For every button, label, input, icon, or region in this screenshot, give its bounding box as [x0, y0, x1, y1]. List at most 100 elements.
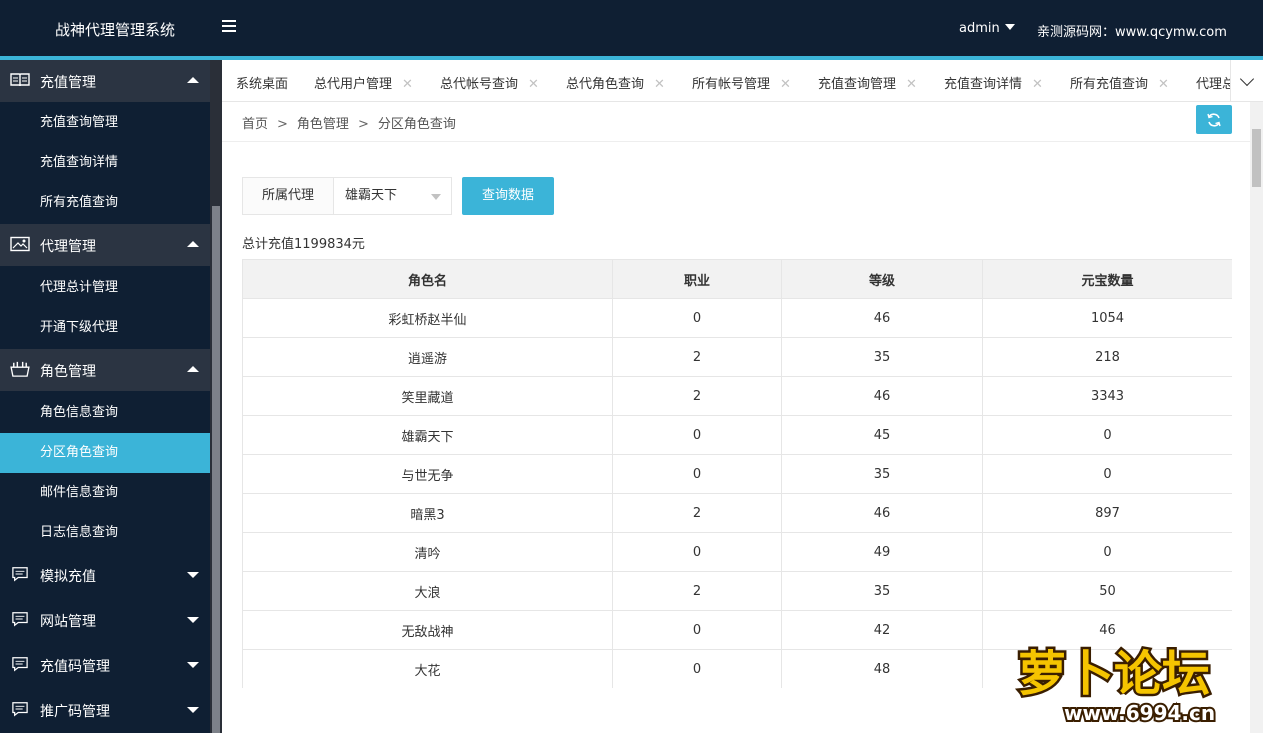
cell-class: 0 [612, 415, 782, 455]
sidebar-item-open-subagent[interactable]: 开通下级代理 [0, 308, 210, 348]
sidebar-group-recharge-code[interactable]: 充值码管理 [0, 644, 210, 686]
sidebar-item-log-info[interactable]: 日志信息查询 [0, 513, 210, 553]
cell-level: 35 [781, 454, 983, 494]
tab-all-recharge[interactable]: 所有充值查询 ✕ [1070, 73, 1169, 92]
cell-class: 0 [612, 532, 782, 572]
sidebar-group-site[interactable]: 网站管理 [0, 599, 210, 641]
cell-ingot: 50 [982, 571, 1232, 611]
sidebar-scrollbar[interactable] [210, 60, 222, 733]
tab-recharge-query[interactable]: 充值查询管理 ✕ [818, 73, 917, 92]
main-scroll-thumb[interactable] [1252, 129, 1261, 187]
chevron-down-icon [187, 617, 199, 623]
sidebar-group-sim-recharge[interactable]: 模拟充值 [0, 554, 210, 596]
breadcrumb-level1[interactable]: 角色管理 [297, 117, 349, 132]
sidebar-item-recharge-detail[interactable]: 充值查询详情 [0, 143, 210, 183]
message-icon [12, 657, 28, 672]
tab-desktop[interactable]: 系统桌面 [236, 73, 288, 92]
image-icon [10, 236, 30, 252]
menu-toggle-icon[interactable] [222, 18, 238, 34]
cell-level: 42 [781, 610, 983, 650]
cell-role-name: 无敌战神 [242, 610, 613, 650]
chevron-up-icon [187, 241, 199, 247]
user-menu[interactable]: admin [959, 21, 1015, 36]
sidebar-group-promo-code[interactable]: 推广码管理 [0, 689, 210, 731]
app-title: 战神代理管理系统 [55, 21, 176, 39]
cell-role-name: 逍遥游 [242, 337, 613, 377]
close-icon[interactable]: ✕ [1032, 77, 1043, 92]
tabs-more-button[interactable] [1230, 60, 1263, 101]
cell-level: 46 [781, 493, 983, 533]
svg-text:萝卜论坛: 萝卜论坛 [1018, 646, 1210, 702]
cell-level: 45 [781, 415, 983, 455]
sidebar-item-role-info[interactable]: 角色信息查询 [0, 393, 210, 433]
tab-recharge-detail[interactable]: 充值查询详情 ✕ [944, 73, 1043, 92]
sidebar: 充值管理 充值查询管理 充值查询详情 所有充值查询 代理管理 代理总计管理 开通… [0, 60, 210, 733]
close-icon[interactable]: ✕ [1158, 77, 1169, 92]
table-row: 逍遥游 2 35 218 [242, 337, 1232, 377]
site-link[interactable]: 亲测源码网：www.qcymw.com [1037, 21, 1227, 40]
caret-down-icon [431, 194, 441, 200]
agent-select-value: 雄霸天下 [345, 188, 398, 203]
col-header-name: 角色名 [242, 259, 613, 299]
svg-text:www.6994.cn: www.6994.cn [1064, 701, 1215, 725]
refresh-button[interactable] [1196, 105, 1232, 134]
query-button[interactable]: 查询数据 [462, 177, 554, 215]
sidebar-item-all-recharge[interactable]: 所有充值查询 [0, 183, 210, 223]
tab-agent-users[interactable]: 总代用户管理 ✕ [314, 73, 413, 92]
sidebar-item-mail-info[interactable]: 邮件信息查询 [0, 473, 210, 513]
table-row: 大浪 2 35 50 [242, 571, 1232, 611]
sidebar-group-role[interactable]: 角色管理 [0, 349, 210, 391]
cell-class: 2 [612, 493, 782, 533]
chevron-up-icon [187, 77, 199, 83]
col-header-level: 等级 [781, 259, 983, 299]
user-name: admin [959, 21, 1000, 36]
tab-agent-accounts[interactable]: 总代帐号查询 ✕ [440, 73, 539, 92]
chevron-up-icon [187, 366, 199, 372]
cell-role-name: 清吟 [242, 532, 613, 572]
table-row: 彩虹桥赵半仙 0 46 1054 [242, 298, 1232, 338]
cell-ingot: 1054 [982, 298, 1232, 338]
close-icon[interactable]: ✕ [780, 77, 791, 92]
sidebar-group-agent[interactable]: 代理管理 [0, 224, 210, 266]
caret-down-icon [1004, 24, 1015, 30]
table-row: 雄霸天下 0 45 0 [242, 415, 1232, 455]
cell-ingot: 0 [982, 415, 1232, 455]
sidebar-item-partition-role[interactable]: 分区角色查询 [0, 433, 210, 473]
breadcrumb-current: 分区角色查询 [377, 117, 456, 132]
close-icon[interactable]: ✕ [528, 77, 539, 92]
role-table: 角色名 职业 等级 元宝数量 彩虹桥赵半仙 0 46 1054 逍遥游 2 35 218 笑里藏… [242, 259, 1232, 688]
sidebar-scroll-thumb[interactable] [212, 206, 220, 733]
site-watermark-logo: 萝卜论坛 www.6994.cn [1016, 644, 1218, 727]
table-row: 暗黑3 2 46 897 [242, 493, 1232, 533]
cell-level: 48 [781, 649, 983, 688]
col-header-class: 职业 [612, 259, 782, 299]
cell-ingot: 3343 [982, 376, 1232, 416]
cell-role-name: 大花 [242, 649, 613, 688]
sidebar-item-recharge-query[interactable]: 充值查询管理 [0, 103, 210, 143]
sidebar-item-agent-total[interactable]: 代理总计管理 [0, 268, 210, 308]
cell-ingot: 218 [982, 337, 1232, 377]
table-header-row: 角色名 职业 等级 元宝数量 [242, 259, 1232, 299]
col-header-ingot: 元宝数量 [982, 259, 1232, 299]
cell-class: 0 [612, 454, 782, 494]
table-row: 与世无争 0 35 0 [242, 454, 1232, 494]
breadcrumb-home[interactable]: 首页 [242, 117, 268, 132]
tab-agent-roles[interactable]: 总代角色查询 ✕ [566, 73, 665, 92]
cell-class: 2 [612, 571, 782, 611]
message-icon [12, 612, 28, 627]
agent-select[interactable]: 雄霸天下 [335, 178, 451, 214]
tab-bar: 系统桌面 总代用户管理 ✕ 总代帐号查询 ✕ 总代角色查询 ✕ 所有帐号管理 ✕ 充值查… [222, 60, 1263, 102]
message-icon [12, 567, 28, 582]
close-icon[interactable]: ✕ [654, 77, 665, 92]
cell-level: 35 [781, 571, 983, 611]
close-icon[interactable]: ✕ [402, 77, 413, 92]
cell-role-name: 彩虹桥赵半仙 [242, 298, 613, 338]
close-icon[interactable]: ✕ [906, 77, 917, 92]
chevron-down-icon [187, 572, 199, 578]
sidebar-group-recharge[interactable]: 充值管理 [0, 60, 210, 102]
cell-class: 2 [612, 376, 782, 416]
tab-all-accounts[interactable]: 所有帐号管理 ✕ [692, 73, 791, 92]
cell-level: 46 [781, 376, 983, 416]
cell-class: 0 [612, 610, 782, 650]
table-row: 清吟 0 49 0 [242, 532, 1232, 572]
